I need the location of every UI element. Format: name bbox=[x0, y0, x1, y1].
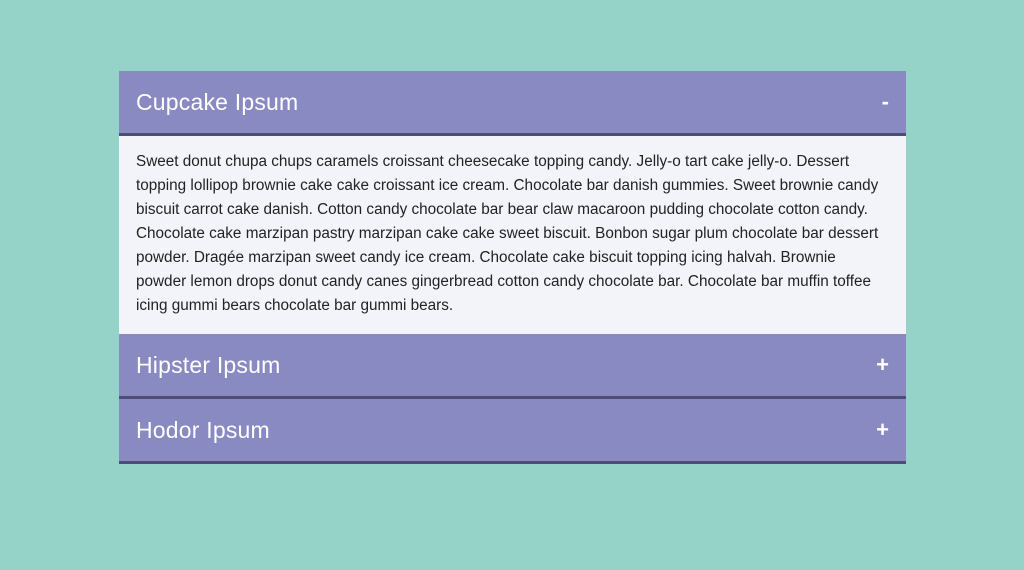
accordion-item-hodor: Hodor Ipsum + bbox=[119, 399, 906, 464]
accordion-header-cupcake[interactable]: Cupcake Ipsum - bbox=[119, 71, 906, 136]
accordion-item-cupcake: Cupcake Ipsum - Sweet donut chupa chups … bbox=[119, 71, 906, 334]
accordion-item-hipster: Hipster Ipsum + bbox=[119, 334, 906, 399]
expand-icon[interactable]: + bbox=[876, 419, 889, 441]
accordion-header-hodor[interactable]: Hodor Ipsum + bbox=[119, 399, 906, 464]
accordion-title: Cupcake Ipsum bbox=[136, 88, 299, 115]
expand-icon[interactable]: + bbox=[876, 354, 889, 376]
accordion-title: Hodor Ipsum bbox=[136, 416, 270, 443]
collapse-icon[interactable]: - bbox=[882, 91, 889, 113]
accordion-title: Hipster Ipsum bbox=[136, 351, 281, 378]
accordion-panel-cupcake: Sweet donut chupa chups caramels croissa… bbox=[119, 136, 906, 334]
accordion-header-hipster[interactable]: Hipster Ipsum + bbox=[119, 334, 906, 399]
accordion-panel-text: Sweet donut chupa chups caramels croissa… bbox=[136, 153, 879, 314]
accordion: Cupcake Ipsum - Sweet donut chupa chups … bbox=[119, 71, 906, 464]
